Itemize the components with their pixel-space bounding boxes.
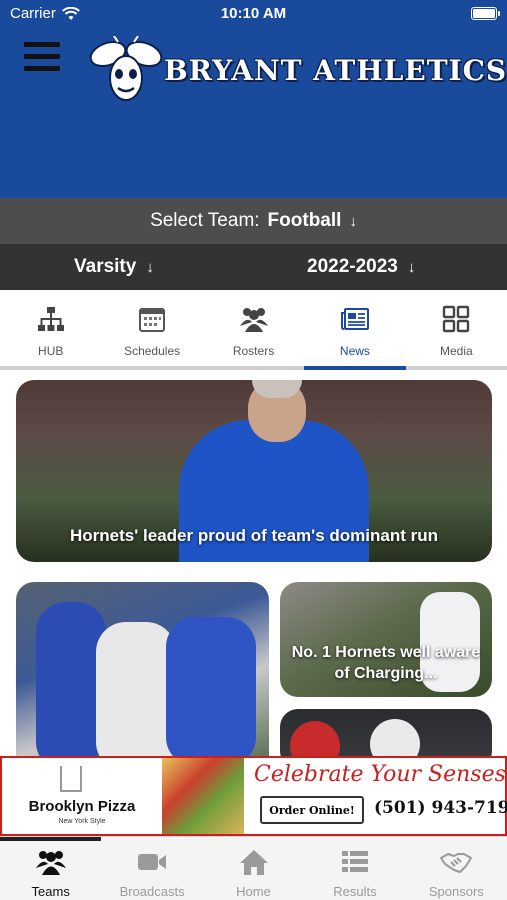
menu-line [24, 66, 60, 71]
hornet-logo-icon [89, 36, 163, 101]
tab-label: HUB [38, 344, 64, 358]
news-card-title: No. 1 Hornets well aware of Charging... [291, 644, 481, 682]
ad-headline: Celebrate Your Senses [254, 762, 506, 787]
bottom-tab-results[interactable]: Results [304, 837, 405, 900]
food-photo [162, 758, 244, 834]
grid-icon [443, 305, 470, 333]
app-screen: Carrier 10:10 AM BRYANT ATHLETICS Select… [0, 0, 507, 900]
team-icon [35, 851, 66, 875]
order-online-button[interactable]: Order Online! [260, 796, 364, 824]
tab-media[interactable]: Media [406, 290, 507, 366]
bottom-tab-label: Home [236, 884, 271, 899]
news-card[interactable] [16, 582, 269, 782]
active-tab-indicator [0, 837, 101, 841]
bottom-tab-bar: Teams Broadcasts Home Results Sponsors [0, 836, 507, 900]
arrow-down-icon: ↓ [407, 258, 416, 276]
team-selector-value: Football [267, 210, 342, 231]
photo-figure [96, 622, 176, 772]
battery-icon [471, 7, 500, 20]
menu-line [24, 42, 60, 47]
video-camera-icon [138, 854, 167, 870]
arrow-down-icon: ↓ [349, 212, 357, 230]
sponsor-logo: Brooklyn Pizza New York Style [2, 758, 162, 834]
calendar-icon [139, 308, 166, 332]
people-icon [239, 308, 268, 332]
tab-label: News [339, 344, 370, 358]
bottom-tab-label: Sponsors [428, 884, 484, 899]
ad-phone: (501) 943-7198 [374, 798, 507, 818]
bottom-tab-label: Results [333, 884, 377, 899]
news-card[interactable]: No. 1 Hornets well aware of Charging... [280, 582, 492, 697]
app-title: BRYANT ATHLETICS [164, 54, 507, 87]
bottom-tab-sponsors[interactable]: Sponsors [406, 837, 507, 900]
tab-label: Schedules [124, 344, 181, 358]
newspaper-icon [340, 308, 369, 330]
news-card-title: Hornets' leader proud of team's dominant… [70, 526, 438, 545]
menu-line [24, 54, 60, 59]
handshake-icon [440, 853, 473, 873]
menu-button[interactable] [24, 42, 62, 74]
section-tabs: HUB Schedules Rosters News Media [0, 290, 507, 370]
level-season-row: Varsity ↓ 2022-2023 ↓ [0, 244, 507, 290]
arrow-down-icon: ↓ [146, 258, 154, 276]
status-bar: Carrier 10:10 AM [0, 0, 507, 30]
news-card-featured[interactable]: Hornets' leader proud of team's dominant… [16, 380, 492, 562]
team-selector-label: Select Team: [150, 210, 260, 231]
list-icon [341, 851, 368, 872]
tab-hub[interactable]: HUB [0, 290, 101, 366]
bottom-tab-home[interactable]: Home [203, 837, 304, 900]
level-selector[interactable]: Varsity ↓ [74, 244, 154, 290]
sponsor-name: Brooklyn Pizza [28, 798, 136, 815]
fork-icon [60, 766, 82, 792]
season-selector[interactable]: 2022-2023 ↓ [307, 244, 415, 290]
bottom-tab-label: Teams [31, 884, 70, 899]
level-selector-value: Varsity [74, 256, 137, 277]
team-selector[interactable]: Select Team: Football ↓ [0, 198, 507, 244]
season-selector-value: 2022-2023 [307, 256, 398, 277]
tab-schedules[interactable]: Schedules [101, 290, 202, 366]
tab-label: Rosters [232, 344, 275, 358]
sponsor-banner[interactable]: Brooklyn Pizza New York Style Celebrate … [0, 756, 507, 836]
sponsor-tagline: New York Style [58, 818, 106, 825]
home-icon [239, 850, 268, 875]
bottom-tab-broadcasts[interactable]: Broadcasts [101, 837, 202, 900]
tab-news[interactable]: News [304, 290, 407, 370]
photo-figure [166, 617, 256, 767]
status-time: 10:10 AM [220, 5, 287, 22]
org-chart-icon [37, 307, 64, 331]
app-header: Carrier 10:10 AM BRYANT ATHLETICS [0, 0, 507, 198]
bottom-tab-teams[interactable]: Teams [0, 837, 101, 900]
tab-label: Media [439, 344, 473, 358]
tab-rosters[interactable]: Rosters [203, 290, 304, 366]
bottom-tab-label: Broadcasts [119, 884, 185, 899]
